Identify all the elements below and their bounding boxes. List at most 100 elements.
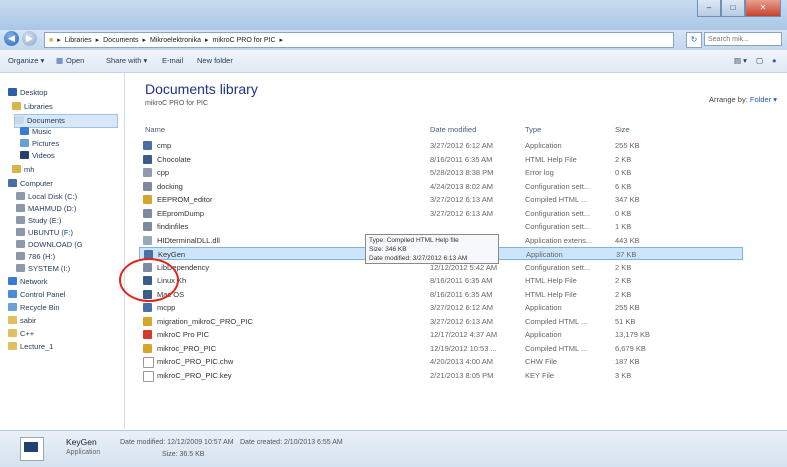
nav-item-6[interactable]: mh xyxy=(12,164,34,176)
file-row[interactable]: migration_mikroC_PRO_PIC 3/27/2012 6:13 A… xyxy=(139,315,743,328)
file-icon xyxy=(143,357,154,368)
nav-item-9[interactable]: MAHMUD (D:) xyxy=(16,203,76,215)
nav-item-12[interactable]: DOWNLOAD (G xyxy=(16,239,83,251)
drive-icon xyxy=(16,252,25,260)
drive-icon xyxy=(16,216,25,224)
user-folder-icon xyxy=(12,165,21,173)
network-icon xyxy=(8,277,17,285)
nav-item-label: sabir xyxy=(20,316,37,325)
file-name: mikroC Pro PIC xyxy=(157,330,210,339)
file-row[interactable]: cmp 3/27/2012 6:12 AM Application 255 KB xyxy=(139,139,743,152)
nav-item-17[interactable]: Recycle Bin xyxy=(8,302,60,314)
file-row[interactable]: mikroc_PRO_PIC 12/19/2012 10:53 ... Compil… xyxy=(139,342,743,355)
arrange-by-value[interactable]: Folder ▾ xyxy=(750,95,777,104)
close-button[interactable]: ✕ xyxy=(745,0,781,17)
search-input[interactable]: Search mik... xyxy=(704,32,782,46)
file-row[interactable]: Mac OS 8/16/2011 6:35 AM HTML Help File 2 K… xyxy=(139,288,743,301)
nav-item-13[interactable]: 786 (H:) xyxy=(16,251,55,263)
organize-button[interactable]: Organize ▾ xyxy=(8,56,44,65)
nav-item-19[interactable]: C++ xyxy=(8,328,34,340)
nav-item-15[interactable]: Network xyxy=(8,276,48,288)
forward-icon[interactable]: ▶ xyxy=(22,31,37,46)
nav-item-label: Libraries xyxy=(24,102,53,111)
file-size: 255 KB xyxy=(615,141,640,150)
nav-item-label: SYSTEM (I:) xyxy=(28,264,71,273)
nav-item-label: Local Disk (C:) xyxy=(28,192,78,201)
drive-icon xyxy=(16,192,25,200)
breadcrumb-mikroelektronika[interactable]: Mikroelektronika xyxy=(150,37,201,44)
minimize-button[interactable]: – xyxy=(697,0,721,17)
preview-pane-icon[interactable]: ▢ xyxy=(756,56,763,65)
file-date: 12/19/2012 10:53 ... xyxy=(430,343,497,353)
file-type: Application extens... xyxy=(525,235,593,245)
file-date: 3/27/2012 6:12 AM xyxy=(430,141,493,150)
nav-item-5[interactable]: Videos xyxy=(20,150,55,162)
nav-item-14[interactable]: SYSTEM (I:) xyxy=(16,263,70,275)
nav-item-10[interactable]: Study (E:) xyxy=(16,215,61,227)
nav-item-3[interactable]: Music xyxy=(20,126,52,138)
file-date: 2/21/2013 8:05 PM xyxy=(430,370,494,380)
file-icon xyxy=(143,330,152,339)
breadcrumb-libraries[interactable]: Libraries xyxy=(65,37,92,44)
maximize-button[interactable]: □ xyxy=(721,0,745,17)
breadcrumb-documents[interactable]: Documents xyxy=(103,37,138,44)
file-type: Application xyxy=(525,330,562,339)
nav-item-11[interactable]: UBUNTU (F:) xyxy=(16,227,73,239)
navigation-pane: Desktop Libraries Documents Music Pictures Vi… xyxy=(0,73,125,429)
back-icon[interactable]: ◀ xyxy=(4,31,19,46)
column-header-type[interactable]: Type xyxy=(525,125,541,134)
file-date: 3/27/2012 6:13 AM xyxy=(430,316,493,326)
file-name: HIDterminalDLL.dll xyxy=(157,235,220,245)
nav-item-0[interactable]: Desktop xyxy=(8,87,48,99)
nav-item-8[interactable]: Local Disk (C:) xyxy=(16,191,77,203)
file-row[interactable]: EEpromDump 3/27/2012 6:13 AM Configuration… xyxy=(139,207,743,220)
file-name: docking xyxy=(157,181,183,191)
file-size: 2 KB xyxy=(615,289,632,299)
nav-item-label: UBUNTU (F:) xyxy=(28,228,73,237)
column-header-size[interactable]: Size xyxy=(615,125,630,134)
nav-item-label: Desktop xyxy=(20,88,48,97)
file-row[interactable]: EEPROM_editor 3/27/2012 6:13 AM Compiled H… xyxy=(139,193,743,206)
file-date: 12/17/2012 4:37 AM xyxy=(430,330,498,339)
libraries-icon xyxy=(12,102,21,110)
file-name: mikroc_PRO_PIC xyxy=(157,343,217,353)
file-row[interactable]: cpp 5/28/2013 8:38 PM Error log 0 KB xyxy=(139,166,743,179)
nav-item-1[interactable]: Libraries xyxy=(12,101,53,113)
file-type: Compiled HTML ... xyxy=(525,195,588,204)
file-icon xyxy=(143,141,152,150)
nav-item-16[interactable]: Control Panel xyxy=(8,289,65,301)
computer-icon xyxy=(8,179,17,187)
new-folder-button[interactable]: New folder xyxy=(197,56,233,65)
nav-item-7[interactable]: Computer xyxy=(8,178,53,190)
refresh-icon[interactable]: ↻ xyxy=(686,32,702,48)
nav-item-label: Music xyxy=(32,127,52,136)
nav-item-20[interactable]: Lecture_1 xyxy=(8,341,53,353)
file-row[interactable]: mikroC_PRO_PIC.key 2/21/2013 8:05 PM KEY F… xyxy=(139,369,743,382)
column-header-date[interactable]: Date modified xyxy=(430,125,476,134)
breadcrumb-mikroc-pro[interactable]: mikroC PRO for PIC xyxy=(213,37,276,44)
file-type: Configuration sett... xyxy=(525,208,591,218)
file-row[interactable]: mikroC Pro PIC 12/17/2012 4:37 AM Applicat… xyxy=(139,328,743,341)
file-row[interactable]: Linux Kh 8/16/2011 6:35 AM HTML Help File 2… xyxy=(139,274,743,287)
arrange-by[interactable]: Arrange by: Folder ▾ xyxy=(709,95,777,104)
music-icon xyxy=(20,127,29,135)
share-with-button[interactable]: Share with ▾ xyxy=(106,56,147,65)
email-button[interactable]: E-mail xyxy=(162,56,183,65)
details-date-modified: Date modified: 12/12/2009 10:57 AM xyxy=(120,439,234,446)
column-header-name[interactable]: Name xyxy=(145,125,165,134)
file-row[interactable]: Chocolate 8/16/2011 6:35 AM HTML Help File… xyxy=(139,153,743,166)
file-row[interactable]: mikroC_PRO_PIC.chw 4/20/2013 4:00 AM CHW F… xyxy=(139,355,743,368)
file-row[interactable]: mcpp 3/27/2012 6:12 AM Application 255 KB xyxy=(139,301,743,314)
file-row[interactable]: docking 4/24/2013 8:02 AM Configuration se… xyxy=(139,180,743,193)
nav-item-4[interactable]: Pictures xyxy=(20,138,59,150)
views-icon[interactable]: ▤ ▾ xyxy=(734,56,747,65)
open-button[interactable]: Open xyxy=(66,56,84,65)
address-row: ◀ ▶ ■ ▸ Libraries ▸ Documents ▸ Mikroele… xyxy=(0,30,787,50)
address-bar[interactable]: ■ ▸ Libraries ▸ Documents ▸ Mikroelektro… xyxy=(44,32,674,48)
file-row[interactable]: findinfiles Configuration sett... 1 KB xyxy=(139,220,743,233)
help-icon[interactable]: ● xyxy=(772,56,777,65)
file-size: 0 KB xyxy=(615,208,632,218)
file-date: 3/27/2012 6:12 AM xyxy=(430,303,493,312)
nav-item-18[interactable]: sabir xyxy=(8,315,36,327)
file-name: findinfiles xyxy=(157,222,189,231)
